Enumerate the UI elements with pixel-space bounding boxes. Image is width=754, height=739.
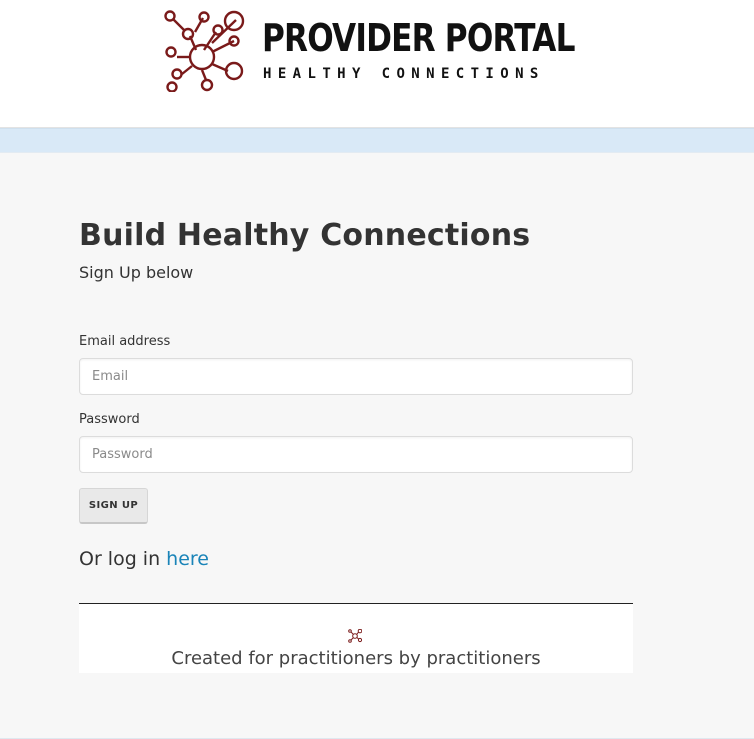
login-link[interactable]: here <box>166 548 209 570</box>
sign-up-button[interactable]: SIGN UP <box>79 488 148 524</box>
page-footer: Created for practitioners by practitione… <box>79 604 633 673</box>
brand-logo[interactable]: PROVIDER PORTAL HEALTHY CONNECTIONS <box>164 10 575 94</box>
brand-tagline: HEALTHY CONNECTIONS <box>263 66 545 82</box>
login-prompt-text: Or log in <box>79 548 167 570</box>
footer-text: Created for practitioners by practitione… <box>171 648 541 669</box>
network-nodes-icon <box>164 10 245 92</box>
main-content: Build Healthy Connections Sign Up below … <box>0 154 754 739</box>
page-subtitle: Sign Up below <box>79 263 194 282</box>
brand-title: PROVIDER PORTAL <box>262 16 575 60</box>
email-field[interactable] <box>79 358 633 395</box>
nav-strip <box>0 128 754 153</box>
password-field[interactable] <box>79 436 633 473</box>
login-prompt: Or log in here <box>79 548 209 570</box>
site-header: PROVIDER PORTAL HEALTHY CONNECTIONS <box>0 0 754 128</box>
email-label: Email address <box>79 334 171 349</box>
network-nodes-icon <box>348 629 362 643</box>
password-label: Password <box>79 412 140 427</box>
page-title: Build Healthy Connections <box>79 218 531 253</box>
